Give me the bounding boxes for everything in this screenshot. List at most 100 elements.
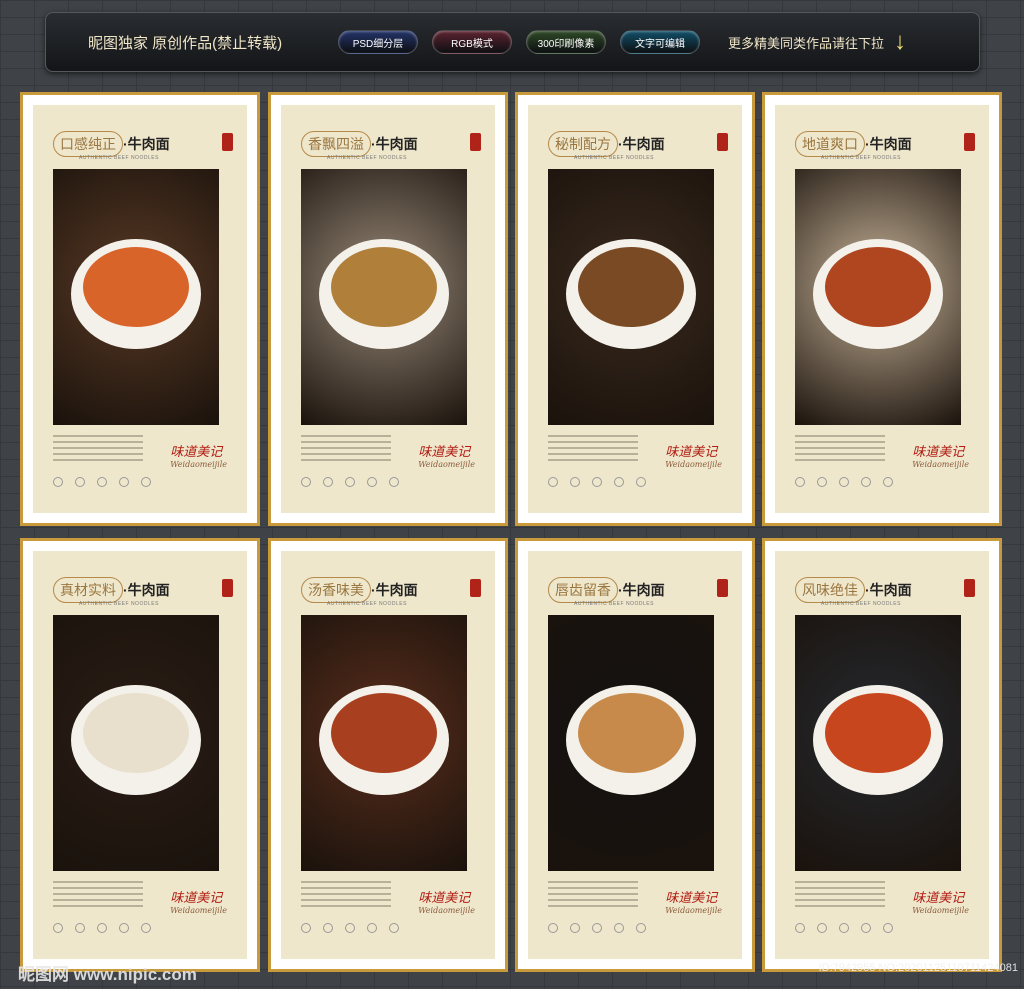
- soup-icon: [578, 693, 684, 773]
- poster-subtitle: ·牛肉面: [123, 582, 170, 598]
- seal-stamp-icon: [470, 579, 481, 597]
- pill-psd[interactable]: PSD细分层: [338, 30, 418, 54]
- poster-english: AUTHENTIC BEEF NOODLES: [821, 601, 901, 607]
- body-text-lines: [548, 881, 638, 911]
- feature-icon: [141, 477, 151, 487]
- feature-icon: [570, 923, 580, 933]
- seal-stamp-icon: [717, 579, 728, 597]
- seal-stamp-icon: [222, 579, 233, 597]
- feature-icon: [53, 477, 63, 487]
- brand-logo: 味道美记 Weidaomeijile: [665, 445, 722, 469]
- body-text-lines: [301, 881, 391, 911]
- poster-heading: 口感纯正 ·牛肉面: [53, 131, 170, 157]
- poster-title: 秘制配方: [548, 131, 618, 157]
- feature-icon: [548, 477, 558, 487]
- poster-frame[interactable]: 风味绝佳 ·牛肉面 AUTHENTIC BEEF NOODLES 味道美记 Wei…: [762, 538, 1002, 972]
- feature-icon: [323, 923, 333, 933]
- poster-subtitle: ·牛肉面: [618, 582, 665, 598]
- seal-stamp-icon: [470, 133, 481, 151]
- feature-icon: [861, 923, 871, 933]
- feature-icon: [301, 477, 311, 487]
- more-link[interactable]: 更多精美同类作品请往下拉: [728, 33, 884, 52]
- brand-logo: 味道美记 Weidaomeijile: [912, 445, 969, 469]
- feature-icon: [795, 477, 805, 487]
- feature-icon: [817, 477, 827, 487]
- poster-subtitle: ·牛肉面: [371, 582, 418, 598]
- feature-icons: [548, 923, 658, 933]
- site-watermark: 昵图网 www.nipic.com: [18, 965, 197, 984]
- body-text-lines: [301, 435, 391, 465]
- noodle-photo: [53, 169, 219, 425]
- body-text-lines: [53, 881, 143, 911]
- feature-icons: [301, 923, 411, 933]
- poster-heading: 唇齿留香 ·牛肉面: [548, 577, 665, 603]
- soup-icon: [578, 247, 684, 327]
- feature-icon: [861, 477, 871, 487]
- arrow-down-icon: ↓: [894, 28, 907, 55]
- noodle-photo: [301, 169, 467, 425]
- poster-frame[interactable]: 真材实料 ·牛肉面 AUTHENTIC BEEF NOODLES 味道美记 Wei…: [20, 538, 260, 972]
- feature-icon: [119, 477, 129, 487]
- feature-icons: [53, 477, 163, 487]
- feature-icon: [75, 477, 85, 487]
- poster-frame[interactable]: 地道爽口 ·牛肉面 AUTHENTIC BEEF NOODLES 味道美记 Wei…: [762, 92, 1002, 526]
- seal-stamp-icon: [964, 579, 975, 597]
- feature-icon: [345, 923, 355, 933]
- feature-icon: [119, 923, 129, 933]
- noodle-photo: [795, 169, 961, 425]
- brand-logo: 味道美记 Weidaomeijile: [170, 891, 227, 915]
- poster-frame[interactable]: 口感纯正 ·牛肉面 AUTHENTIC BEEF NOODLES 味道美记 Wei…: [20, 92, 260, 526]
- poster-frame[interactable]: 秘制配方 ·牛肉面 AUTHENTIC BEEF NOODLES 味道美记 Wei…: [515, 92, 755, 526]
- poster-heading: 真材实料 ·牛肉面: [53, 577, 170, 603]
- pill-300dpi[interactable]: 300印刷像素: [526, 30, 606, 54]
- feature-icon: [389, 923, 399, 933]
- body-text-lines: [795, 435, 885, 465]
- poster-subtitle: ·牛肉面: [865, 136, 912, 152]
- seal-stamp-icon: [717, 133, 728, 151]
- feature-icon: [53, 923, 63, 933]
- poster-title: 风味绝佳: [795, 577, 865, 603]
- poster-frame[interactable]: 汤香味美 ·牛肉面 AUTHENTIC BEEF NOODLES 味道美记 Wei…: [268, 538, 508, 972]
- feature-icon: [636, 923, 646, 933]
- body-text-lines: [795, 881, 885, 911]
- noodle-photo: [53, 615, 219, 871]
- poster-heading: 汤香味美 ·牛肉面: [301, 577, 418, 603]
- seal-stamp-icon: [222, 133, 233, 151]
- pill-rgb[interactable]: RGB模式: [432, 30, 512, 54]
- poster-heading: 香飘四溢 ·牛肉面: [301, 131, 418, 157]
- poster-title: 香飘四溢: [301, 131, 371, 157]
- poster-english: AUTHENTIC BEEF NOODLES: [574, 155, 654, 161]
- noodle-photo: [548, 169, 714, 425]
- poster-frame[interactable]: 唇齿留香 ·牛肉面 AUTHENTIC BEEF NOODLES 味道美记 Wei…: [515, 538, 755, 972]
- poster-english: AUTHENTIC BEEF NOODLES: [327, 601, 407, 607]
- poster-english: AUTHENTIC BEEF NOODLES: [821, 155, 901, 161]
- feature-icons: [301, 477, 411, 487]
- feature-icon: [75, 923, 85, 933]
- feature-icon: [614, 923, 624, 933]
- header-bar: 昵图独家 原创作品(禁止转载) PSD细分层 RGB模式 300印刷像素 文字可…: [45, 12, 980, 72]
- feature-icon: [548, 923, 558, 933]
- poster-heading: 秘制配方 ·牛肉面: [548, 131, 665, 157]
- brand-logo: 味道美记 Weidaomeijile: [912, 891, 969, 915]
- pill-editable[interactable]: 文字可编辑: [620, 30, 700, 54]
- poster-frame[interactable]: 香飘四溢 ·牛肉面 AUTHENTIC BEEF NOODLES 味道美记 Wei…: [268, 92, 508, 526]
- noodle-photo: [548, 615, 714, 871]
- feature-icon: [592, 477, 602, 487]
- soup-icon: [825, 693, 931, 773]
- poster-heading: 风味绝佳 ·牛肉面: [795, 577, 912, 603]
- feature-icon: [301, 923, 311, 933]
- feature-icon: [592, 923, 602, 933]
- soup-icon: [331, 693, 437, 773]
- poster-title: 唇齿留香: [548, 577, 618, 603]
- poster-title: 口感纯正: [53, 131, 123, 157]
- poster-subtitle: ·牛肉面: [865, 582, 912, 598]
- feature-icon: [817, 923, 827, 933]
- poster-english: AUTHENTIC BEEF NOODLES: [79, 155, 159, 161]
- poster-english: AUTHENTIC BEEF NOODLES: [574, 601, 654, 607]
- feature-icon: [795, 923, 805, 933]
- feature-icon: [883, 923, 893, 933]
- poster-subtitle: ·牛肉面: [371, 136, 418, 152]
- soup-icon: [331, 247, 437, 327]
- header-title: 昵图独家 原创作品(禁止转载): [88, 34, 283, 52]
- poster: 真材实料 ·牛肉面 AUTHENTIC BEEF NOODLES 味道美记 Wei…: [33, 551, 247, 959]
